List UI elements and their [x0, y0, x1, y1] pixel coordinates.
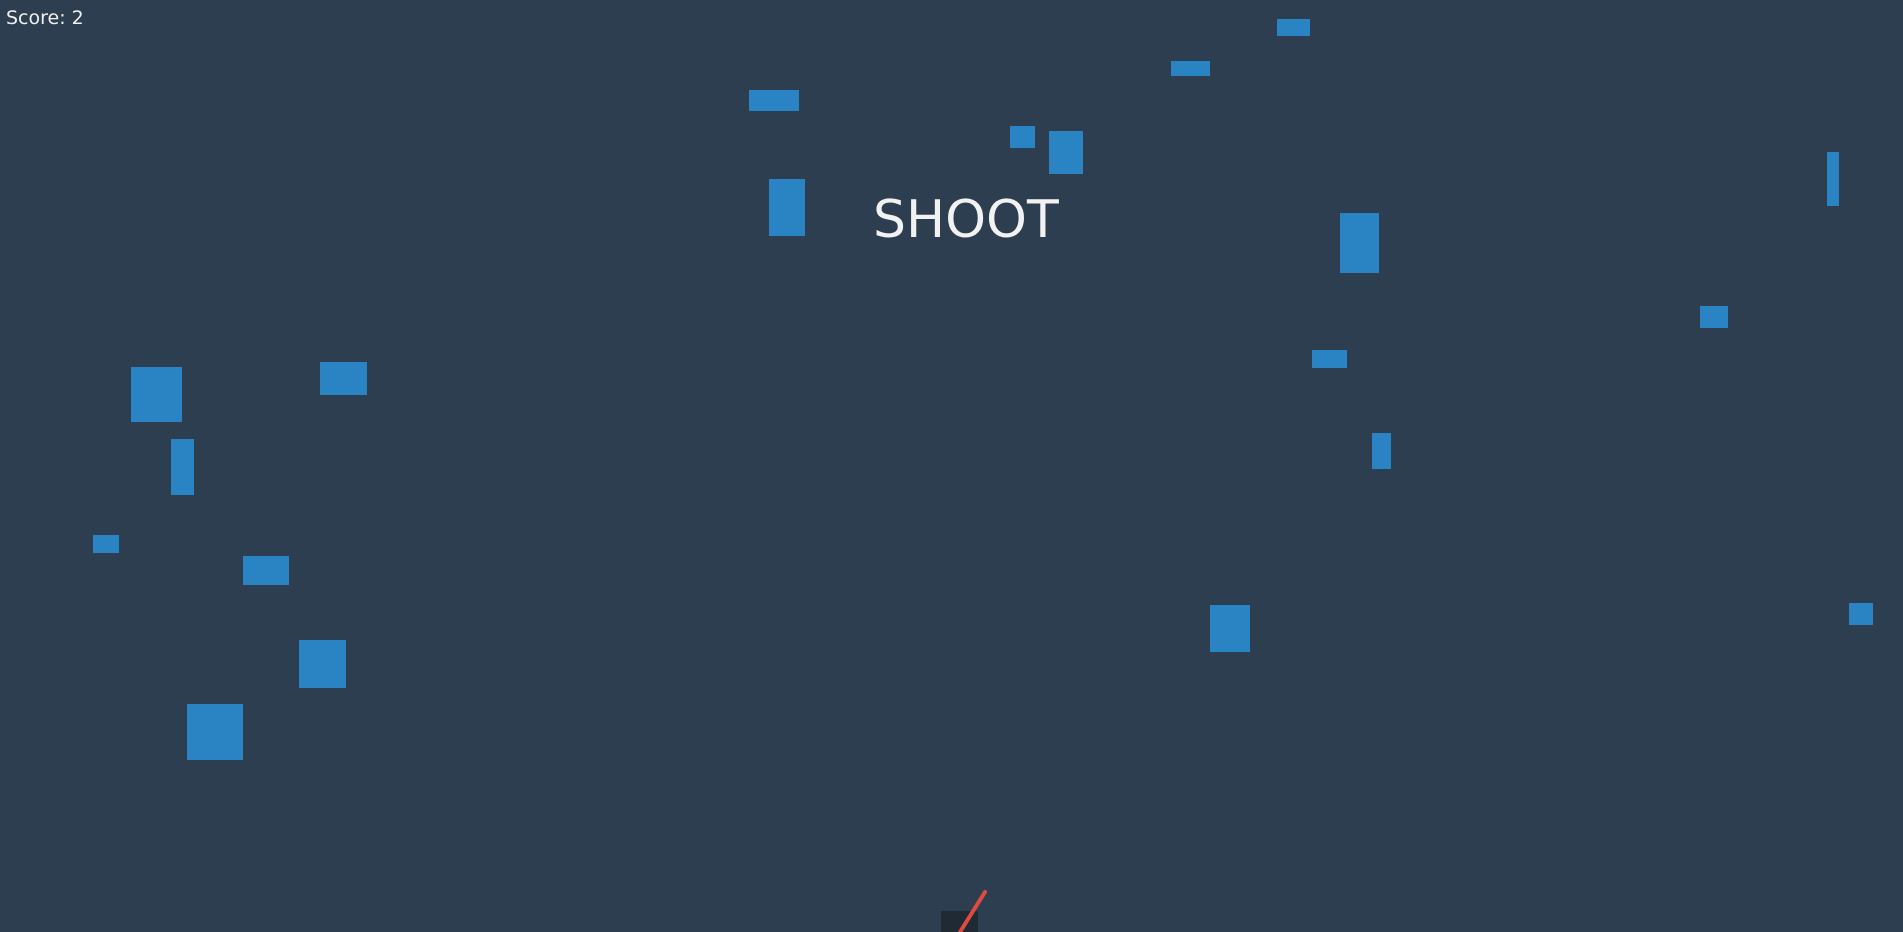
target-block[interactable]: [299, 640, 346, 688]
target-block[interactable]: [1372, 433, 1391, 469]
target-block[interactable]: [320, 362, 367, 395]
target-block[interactable]: [1827, 152, 1839, 206]
target-block[interactable]: [1171, 61, 1210, 76]
shoot-banner: SHOOT: [873, 190, 1059, 250]
target-block[interactable]: [171, 439, 194, 495]
target-block[interactable]: [1277, 19, 1310, 36]
target-block[interactable]: [1049, 131, 1083, 174]
target-block[interactable]: [1700, 306, 1728, 328]
target-block[interactable]: [1210, 605, 1250, 652]
cannon-barrel: [958, 890, 987, 932]
target-block[interactable]: [749, 90, 799, 111]
target-block[interactable]: [1849, 603, 1873, 625]
score-display: Score: 2: [6, 7, 84, 29]
target-block[interactable]: [187, 704, 243, 760]
target-block[interactable]: [769, 179, 805, 236]
target-block[interactable]: [243, 556, 289, 585]
target-block[interactable]: [1312, 350, 1347, 368]
cannon-icon[interactable]: [941, 911, 978, 932]
target-block[interactable]: [131, 367, 182, 422]
target-block[interactable]: [1010, 126, 1035, 148]
target-block[interactable]: [93, 535, 119, 553]
target-block[interactable]: [1340, 213, 1379, 273]
game-canvas[interactable]: Score: 2 SHOOT: [0, 0, 1903, 932]
